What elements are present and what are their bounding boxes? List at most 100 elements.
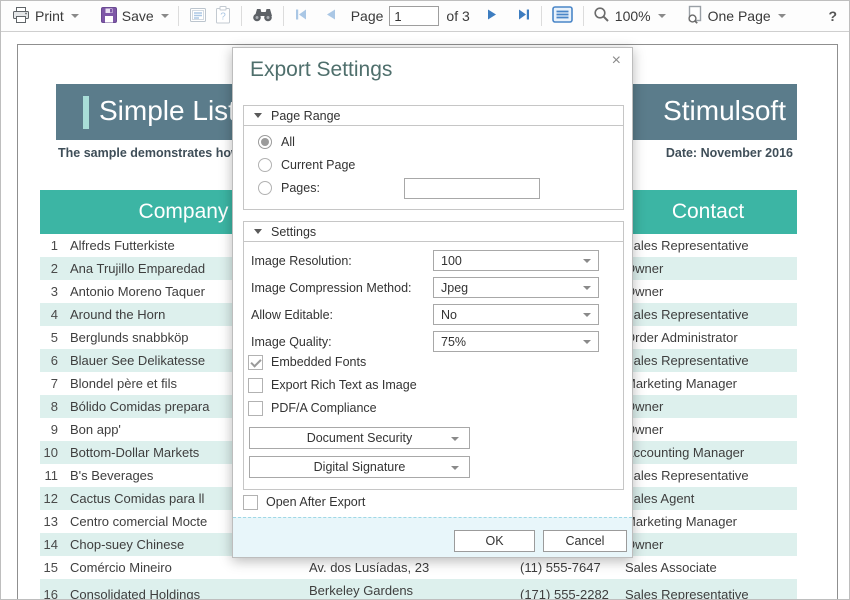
page-number-input[interactable] <box>389 6 439 26</box>
radio-pages[interactable]: Pages: <box>258 180 320 196</box>
chevron-down-icon <box>451 437 459 441</box>
view-mode-value: One Page <box>708 8 771 24</box>
checkbox-icon <box>248 355 263 370</box>
printer-icon <box>12 7 30 26</box>
chevron-down-icon <box>451 466 459 470</box>
editor-button[interactable]: ? <box>211 4 235 29</box>
open-after-export-checkbox[interactable]: Open After Export <box>243 494 365 510</box>
settings-header[interactable]: Settings <box>243 221 624 242</box>
contact-cell: Accounting Manager <box>619 441 797 464</box>
embedded-fonts-label: Embedded Fonts <box>271 355 366 369</box>
image-compression-label: Image Compression Method: <box>251 281 433 295</box>
print-button[interactable]: Print <box>9 5 82 28</box>
contact-cell: Sales Representative <box>619 234 797 257</box>
radio-icon <box>258 135 272 149</box>
digital-signature-button[interactable]: Digital Signature <box>249 456 470 478</box>
one-page-icon <box>686 5 703 27</box>
contact-cell: Marketing Manager <box>619 372 797 395</box>
dialog-title: Export Settings <box>250 58 392 82</box>
row-number: 8 <box>40 395 66 418</box>
report-brand: Stimulsoft <box>663 95 786 127</box>
row-number: 10 <box>40 441 66 464</box>
row-number: 11 <box>40 464 66 487</box>
find-button[interactable] <box>248 5 277 27</box>
prev-page-button[interactable] <box>321 6 341 26</box>
chevron-down-icon <box>583 286 591 290</box>
radio-icon <box>258 158 272 172</box>
row-number: 16 <box>40 579 66 600</box>
radio-icon <box>258 181 272 195</box>
contact-cell: Marketing Manager <box>619 510 797 533</box>
help-button[interactable]: ? <box>828 8 837 24</box>
last-page-button[interactable] <box>514 6 535 26</box>
radio-pages-label: Pages: <box>281 181 320 195</box>
contact-cell: Owner <box>619 533 797 556</box>
close-icon[interactable]: × <box>612 53 621 69</box>
save-label: Save <box>122 8 154 24</box>
toolbar-separator <box>283 6 284 26</box>
page-range-body: All Current Page Pages: <box>243 126 624 210</box>
first-page-button[interactable] <box>290 6 311 26</box>
bookmarks-icon <box>552 6 573 26</box>
export-rich-text-checkbox[interactable]: Export Rich Text as Image <box>248 377 417 393</box>
pages-input[interactable] <box>404 178 540 199</box>
image-resolution-select[interactable]: 100 <box>433 250 599 271</box>
image-compression-select[interactable]: Jpeg <box>433 277 599 298</box>
editor-icon: ? <box>215 6 231 27</box>
checkbox-icon <box>248 401 263 416</box>
contact-cell: Sales Representative <box>619 303 797 326</box>
last-page-icon <box>518 8 531 24</box>
allow-editable-label: Allow Editable: <box>251 308 433 322</box>
row-number: 13 <box>40 510 66 533</box>
chevron-down-icon <box>658 14 666 18</box>
save-icon <box>101 7 117 26</box>
contact-cell: Owner <box>619 280 797 303</box>
zoom-dropdown[interactable]: 100% <box>590 4 669 28</box>
toolbar-separator <box>241 6 242 26</box>
row-number: 1 <box>40 234 66 257</box>
contact-cell: Owner <box>619 257 797 280</box>
radio-current-page-label: Current Page <box>281 158 355 172</box>
contact-cell: Sales Representative <box>619 579 797 600</box>
image-quality-select[interactable]: 75% <box>433 331 599 352</box>
report-title: Simple List <box>99 95 236 127</box>
page-label: Page <box>351 8 384 24</box>
export-rich-text-label: Export Rich Text as Image <box>271 378 417 392</box>
chevron-down-icon <box>583 340 591 344</box>
address-cell: Berkeley Gardens12 B <box>301 579 512 600</box>
save-button[interactable]: Save <box>98 5 172 28</box>
page-total-label: of 3 <box>446 8 469 24</box>
row-number: 6 <box>40 349 66 372</box>
view-mode-dropdown[interactable]: One Page <box>683 3 789 29</box>
pdfa-compliance-checkbox[interactable]: PDF/A Compliance <box>248 400 377 416</box>
radio-all[interactable]: All <box>258 134 295 150</box>
chevron-down-icon <box>583 313 591 317</box>
checkbox-icon <box>248 378 263 393</box>
page-range-section: Page Range All Current Page Pages: <box>243 105 624 210</box>
next-page-button[interactable] <box>482 6 502 26</box>
report-subtitle: The sample demonstrates how to <box>58 146 256 160</box>
digital-signature-label: Digital Signature <box>314 460 406 474</box>
first-page-icon <box>294 8 307 24</box>
settings-title: Settings <box>271 225 316 239</box>
ok-button[interactable]: OK <box>454 530 535 552</box>
cancel-button[interactable]: Cancel <box>543 530 627 552</box>
page-range-header[interactable]: Page Range <box>243 105 624 126</box>
radio-all-label: All <box>281 135 295 149</box>
prev-page-icon <box>325 8 337 24</box>
row-number: 5 <box>40 326 66 349</box>
row-number: 4 <box>40 303 66 326</box>
radio-current-page[interactable]: Current Page <box>258 157 355 173</box>
parameters-button[interactable] <box>185 4 211 29</box>
document-security-button[interactable]: Document Security <box>249 427 470 449</box>
allow-editable-select[interactable]: No <box>433 304 599 325</box>
select-value: Jpeg <box>441 281 468 295</box>
column-header-contact: Contact <box>619 190 797 234</box>
banner-accent-bar <box>83 96 89 129</box>
report-viewer-window: Print Save ? Page of <box>0 0 850 600</box>
table-row: 16 Consolidated Holdings Berkeley Garden… <box>40 579 797 600</box>
embedded-fonts-checkbox[interactable]: Embedded Fonts <box>248 354 366 370</box>
row-number: 9 <box>40 418 66 441</box>
contact-cell: Order Administrator <box>619 326 797 349</box>
bookmarks-button[interactable] <box>548 4 577 28</box>
